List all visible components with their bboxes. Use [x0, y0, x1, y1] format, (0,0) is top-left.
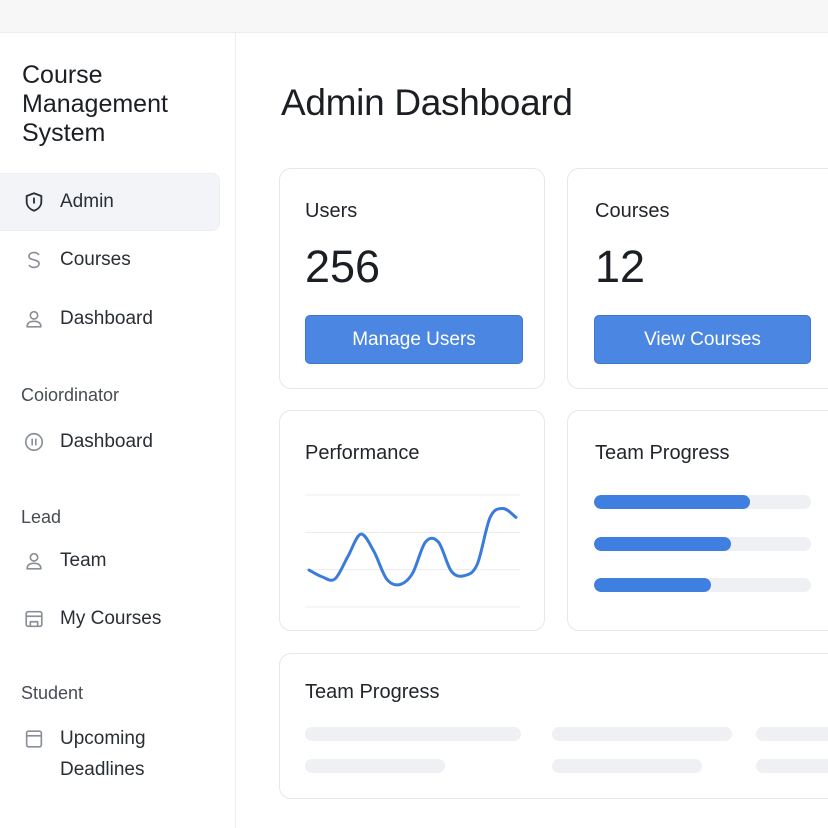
curved-s-icon [22, 248, 46, 272]
app-title: Course Management System [22, 61, 168, 147]
performance-card-label: Performance [305, 442, 420, 464]
sidebar-item-my-courses[interactable]: My Courses [0, 590, 220, 648]
sidebar-item-team[interactable]: Team [0, 532, 220, 590]
progress-bar [594, 495, 811, 509]
pause-circle-icon [22, 430, 46, 454]
progress-fill [594, 495, 751, 509]
sidebar-item-label: Dashboard [60, 308, 153, 329]
user-icon [22, 549, 46, 573]
sidebar-item-admin[interactable]: Admin [0, 173, 220, 231]
skeleton-cell [305, 759, 445, 773]
calendar-icon [22, 727, 46, 751]
skeleton-cell [756, 759, 828, 773]
page-title: Admin Dashboard [281, 82, 573, 123]
manage-users-button[interactable]: Manage Users [305, 315, 523, 364]
performance-card: Performance [279, 410, 545, 631]
top-bar [0, 0, 828, 33]
courses-count: 12 [595, 241, 646, 292]
skeleton-cell [756, 727, 828, 741]
sidebar-item-label: Upcoming Deadlines [60, 728, 146, 780]
users-card: Users 256 Manage Users [279, 168, 545, 389]
folder-icon [22, 607, 46, 631]
users-count: 256 [305, 241, 381, 292]
team-progress-table-title: Team Progress [305, 681, 440, 703]
sidebar-item-dashboard[interactable]: Dashboard [0, 290, 220, 348]
view-courses-button[interactable]: View Courses [594, 315, 811, 364]
section-heading-lead: Lead [21, 507, 62, 527]
sidebar-item-upcoming-deadlines[interactable]: Upcoming Deadlines [0, 723, 220, 793]
team-progress-card: Team Progress [567, 410, 828, 631]
team-progress-table: Team Progress [279, 653, 828, 799]
courses-card: Courses 12 View Courses [567, 168, 828, 389]
user-icon [22, 307, 46, 331]
skeleton-cell [552, 727, 732, 741]
progress-bar [594, 537, 811, 551]
sidebar-item-label: Team [60, 550, 107, 571]
progress-fill [594, 537, 731, 551]
progress-fill [594, 578, 712, 592]
team-progress-card-label: Team Progress [595, 442, 730, 464]
sidebar-item-label: Courses [60, 249, 131, 270]
sidebar-item-courses[interactable]: Courses [0, 231, 220, 289]
section-heading-coordinator: Coiordinator [21, 385, 120, 405]
users-card-label: Users [305, 200, 358, 222]
shield-icon [22, 190, 46, 214]
skeleton-cell [552, 759, 702, 773]
sidebar: Course Management System Admin Courses D… [0, 33, 236, 828]
sidebar-item-label: Dashboard [60, 431, 153, 452]
courses-card-label: Courses [595, 200, 670, 222]
skeleton-cell [305, 727, 521, 741]
sidebar-item-coordinator-dashboard[interactable]: Dashboard [0, 413, 220, 471]
progress-bar [594, 578, 811, 592]
sidebar-item-label: My Courses [60, 608, 162, 629]
performance-chart [305, 494, 520, 608]
sidebar-item-label: Admin [60, 191, 114, 212]
section-heading-student: Student [21, 683, 84, 703]
